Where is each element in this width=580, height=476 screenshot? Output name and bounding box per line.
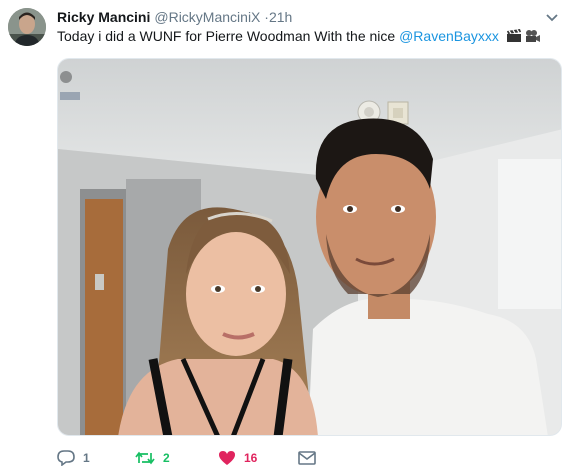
- direct-message-button[interactable]: [298, 448, 316, 468]
- mention-link[interactable]: @RavenBayxxx: [399, 28, 499, 44]
- retweet-icon: [135, 451, 155, 465]
- avatar[interactable]: [8, 8, 46, 46]
- timestamp[interactable]: 21h: [269, 9, 292, 25]
- tweet[interactable]: Ricky Mancini @RickyManciniX ·21h Today i…: [0, 0, 580, 476]
- envelope-icon: [298, 451, 316, 465]
- tweet-photo[interactable]: [57, 58, 562, 436]
- chevron-down-icon[interactable]: [544, 12, 560, 24]
- retweet-button[interactable]: 2: [135, 448, 170, 468]
- like-count: 16: [244, 451, 258, 465]
- tweet-text: Today i did a WUNF for Pierre Woodman Wi…: [57, 27, 541, 47]
- author-name[interactable]: Ricky Mancini: [57, 9, 150, 25]
- movie-camera-icon: [525, 29, 541, 47]
- reply-count: 1: [83, 451, 90, 465]
- clapper-board-icon: [506, 29, 522, 47]
- tweet-text-body: Today i did a WUNF for Pierre Woodman Wi…: [57, 28, 400, 44]
- reply-icon: [57, 450, 75, 466]
- like-button[interactable]: 16: [218, 448, 257, 468]
- retweet-count: 2: [163, 451, 170, 465]
- author-handle[interactable]: @RickyManciniX: [154, 9, 260, 25]
- reply-button[interactable]: 1: [57, 448, 90, 468]
- heart-icon: [219, 451, 235, 465]
- tweet-header: Ricky Mancini @RickyManciniX ·21h: [57, 8, 292, 26]
